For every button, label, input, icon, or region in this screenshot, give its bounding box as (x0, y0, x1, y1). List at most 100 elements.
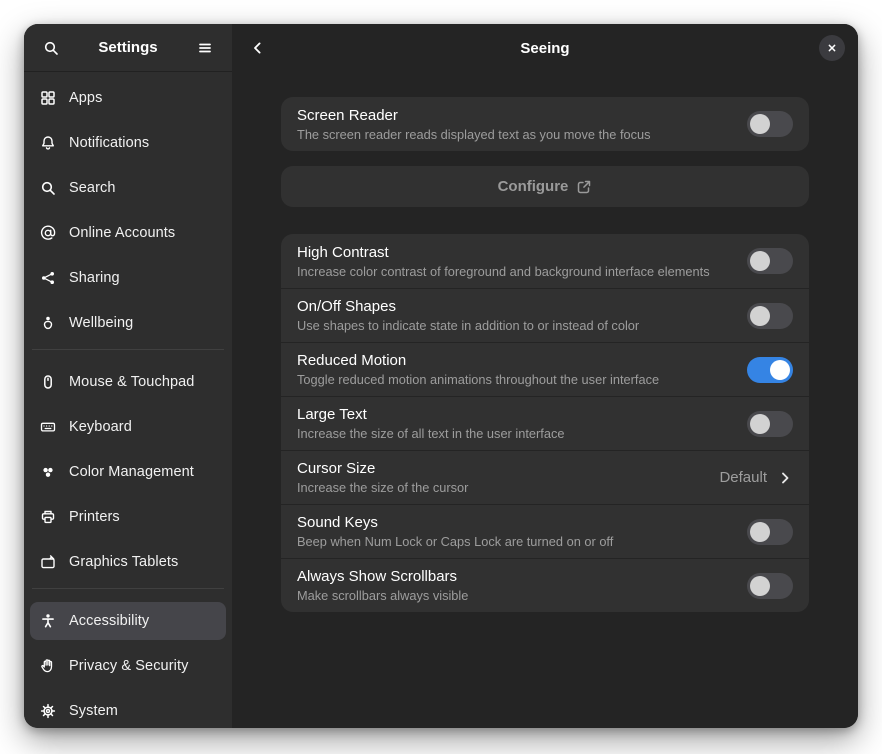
settings-row-on-off-shapes: On/Off Shapes Use shapes to indicate sta… (281, 288, 809, 342)
main-panel: Seeing Screen Reader The screen reader r… (232, 24, 858, 728)
sidebar-item-label: Accessibility (69, 613, 149, 629)
row-title: Reduced Motion (297, 350, 735, 371)
sidebar-item-notifications[interactable]: Notifications (30, 124, 226, 162)
hamburger-menu-icon (197, 40, 213, 56)
sidebar-item-label: Apps (69, 90, 102, 106)
settings-row-always-show-scrollbars: Always Show Scrollbars Make scrollbars a… (281, 558, 809, 612)
wellbeing-icon (40, 315, 56, 331)
sidebar-item-printers[interactable]: Printers (30, 498, 226, 536)
notifications-icon (40, 135, 56, 151)
toggle-switch[interactable] (747, 111, 793, 137)
row-subtitle: Beep when Num Lock or Caps Lock are turn… (297, 533, 735, 551)
sidebar-item-label: Graphics Tablets (69, 554, 178, 570)
row-title: Sound Keys (297, 512, 735, 533)
toggle-switch[interactable] (747, 519, 793, 545)
row-title: Cursor Size (297, 458, 707, 479)
sidebar-item-accessibility[interactable]: Accessibility (30, 602, 226, 640)
row-text: Reduced Motion Toggle reduced motion ani… (297, 350, 747, 389)
row-subtitle: Increase the size of the cursor (297, 479, 707, 497)
accessibility-icon (40, 613, 56, 629)
sidebar-item-privacy-security[interactable]: Privacy & Security (30, 647, 226, 685)
sidebar-item-label: Printers (69, 509, 120, 525)
settings-row-sound-keys: Sound Keys Beep when Num Lock or Caps Lo… (281, 504, 809, 558)
sidebar-item-apps[interactable]: Apps (30, 79, 226, 117)
sidebar-item-label: Mouse & Touchpad (69, 374, 194, 390)
page-title: Seeing (520, 40, 569, 57)
graphics-tablet-icon (40, 554, 56, 570)
row-text: Cursor Size Increase the size of the cur… (297, 458, 719, 497)
printer-icon (40, 509, 56, 525)
switch-knob (750, 306, 770, 326)
seeing-settings-group: High Contrast Increase color contrast of… (281, 234, 809, 612)
sidebar-item-label: Color Management (69, 464, 194, 480)
main-menu-button[interactable] (188, 31, 222, 65)
settings-row-large-text: Large Text Increase the size of all text… (281, 396, 809, 450)
color-management-icon (40, 464, 56, 480)
row-text: High Contrast Increase color contrast of… (297, 242, 747, 281)
settings-window: Settings Apps Notifications Search Onlin… (24, 24, 858, 728)
row-text: Always Show Scrollbars Make scrollbars a… (297, 566, 747, 605)
sidebar-item-mouse-touchpad[interactable]: Mouse & Touchpad (30, 363, 226, 401)
row-text: Sound Keys Beep when Num Lock or Caps Lo… (297, 512, 747, 551)
settings-row-high-contrast: High Contrast Increase color contrast of… (281, 234, 809, 288)
settings-row-reduced-motion: Reduced Motion Toggle reduced motion ani… (281, 342, 809, 396)
switch-knob (750, 414, 770, 434)
search-icon (40, 180, 56, 196)
row-text: Screen Reader The screen reader reads di… (297, 105, 747, 144)
row-title: High Contrast (297, 242, 735, 263)
toggle-switch[interactable] (747, 411, 793, 437)
sidebar-nav: Apps Notifications Search Online Account… (24, 72, 232, 728)
toggle-switch[interactable] (747, 248, 793, 274)
row-text: On/Off Shapes Use shapes to indicate sta… (297, 296, 747, 335)
configure-label: Configure (498, 178, 569, 195)
settings-row-cursor-size[interactable]: Cursor Size Increase the size of the cur… (281, 450, 809, 504)
search-button[interactable] (34, 31, 68, 65)
row-subtitle: Use shapes to indicate state in addition… (297, 317, 735, 335)
sidebar-item-label: Sharing (69, 270, 120, 286)
sidebar-item-label: Wellbeing (69, 315, 133, 331)
row-title: Large Text (297, 404, 735, 425)
row-title: On/Off Shapes (297, 296, 735, 317)
row-subtitle: Increase color contrast of foreground an… (297, 263, 735, 281)
keyboard-icon (40, 419, 56, 435)
switch-knob (750, 114, 770, 134)
sidebar-item-wellbeing[interactable]: Wellbeing (30, 304, 226, 342)
row-value: Default (719, 469, 767, 486)
apps-icon (40, 90, 56, 106)
row-subtitle: Increase the size of all text in the use… (297, 425, 735, 443)
external-link-icon (576, 179, 592, 195)
sidebar: Settings Apps Notifications Search Onlin… (24, 24, 232, 728)
sidebar-item-label: Keyboard (69, 419, 132, 435)
sidebar-item-search[interactable]: Search (30, 169, 226, 207)
sidebar-item-label: Privacy & Security (69, 658, 188, 674)
main-header: Seeing (232, 24, 858, 72)
sidebar-item-color-management[interactable]: Color Management (30, 453, 226, 491)
toggle-switch[interactable] (747, 303, 793, 329)
mouse-icon (40, 374, 56, 390)
sidebar-divider (32, 349, 224, 350)
sidebar-item-online-accounts[interactable]: Online Accounts (30, 214, 226, 252)
sidebar-item-keyboard[interactable]: Keyboard (30, 408, 226, 446)
back-button[interactable] (241, 31, 275, 65)
sidebar-header: Settings (24, 24, 232, 72)
sidebar-item-label: System (69, 703, 118, 719)
sidebar-item-sharing[interactable]: Sharing (30, 259, 226, 297)
hand-icon (40, 658, 56, 674)
chevron-right-icon (777, 470, 793, 486)
gear-icon (40, 703, 56, 719)
close-button[interactable] (819, 35, 845, 61)
row-title: Screen Reader (297, 105, 735, 126)
sidebar-item-graphics-tablets[interactable]: Graphics Tablets (30, 543, 226, 581)
chevron-left-icon (250, 40, 266, 56)
sidebar-divider (32, 588, 224, 589)
toggle-switch[interactable] (747, 357, 793, 383)
switch-knob (750, 576, 770, 596)
sidebar-item-system[interactable]: System (30, 692, 226, 728)
row-subtitle: Make scrollbars always visible (297, 587, 735, 605)
sharing-icon (40, 270, 56, 286)
row-subtitle: Toggle reduced motion animations through… (297, 371, 735, 389)
switch-knob (750, 522, 770, 542)
switch-knob (750, 251, 770, 271)
toggle-switch[interactable] (747, 573, 793, 599)
configure-button[interactable]: Configure (281, 166, 809, 207)
